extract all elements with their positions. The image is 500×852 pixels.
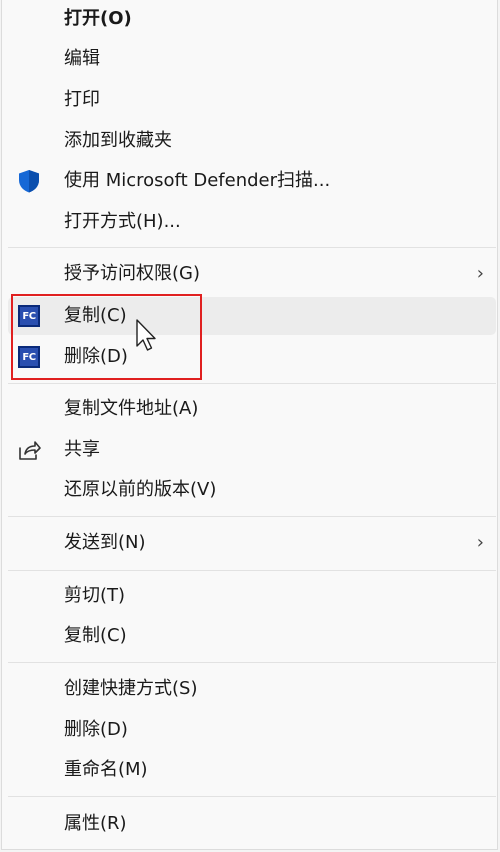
menu-item-open-with-label: 打开方式(H)... <box>64 211 181 232</box>
menu-item-copy-label: 复制(C) <box>64 625 127 646</box>
menu-item-open-label: 打开(O) <box>64 8 132 29</box>
menu-separator <box>8 383 496 384</box>
menu-item-edit-label: 编辑 <box>64 48 100 69</box>
menu-separator <box>8 796 496 797</box>
menu-item-add-favorites[interactable]: 添加到收藏夹 <box>8 122 496 160</box>
highlight-box <box>11 294 202 380</box>
menu-item-share[interactable]: 共享 <box>8 431 496 469</box>
menu-item-copy[interactable]: 复制(C) <box>8 617 496 655</box>
share-icon <box>16 437 42 463</box>
menu-item-rename[interactable]: 重命名(M) <box>8 751 496 789</box>
shield-icon <box>16 168 42 194</box>
menu-item-share-label: 共享 <box>64 439 100 460</box>
menu-item-create-shortcut[interactable]: 创建快捷方式(S) <box>8 670 496 708</box>
menu-item-restore-versions-label: 还原以前的版本(V) <box>64 479 217 500</box>
menu-item-cut-label: 剪切(T) <box>64 585 126 606</box>
menu-item-add-favorites-label: 添加到收藏夹 <box>64 130 172 151</box>
menu-item-send-to-label: 发送到(N) <box>64 532 146 553</box>
chevron-right-icon: › <box>476 532 484 553</box>
chevron-right-icon: › <box>476 263 484 284</box>
menu-item-rename-label: 重命名(M) <box>64 759 148 780</box>
menu-item-send-to[interactable]: 发送到(N) › <box>8 524 496 562</box>
menu-item-copy-path-label: 复制文件地址(A) <box>64 398 199 419</box>
menu-item-print-label: 打印 <box>64 89 100 110</box>
menu-item-grant-access-label: 授予访问权限(G) <box>64 263 200 284</box>
menu-item-defender-scan-label: 使用 Microsoft Defender扫描... <box>64 170 331 191</box>
context-menu: 打开(O) 编辑 打印 添加到收藏夹 使用 Microsoft Defender… <box>1 0 498 850</box>
menu-separator <box>8 662 496 663</box>
menu-item-delete[interactable]: 删除(D) <box>8 711 496 749</box>
menu-item-properties-label: 属性(R) <box>64 813 127 834</box>
menu-item-defender-scan[interactable]: 使用 Microsoft Defender扫描... <box>8 162 496 200</box>
menu-item-print[interactable]: 打印 <box>8 81 496 119</box>
menu-item-open-with[interactable]: 打开方式(H)... <box>8 203 496 241</box>
menu-separator <box>8 247 496 248</box>
menu-item-open[interactable]: 打开(O) <box>8 0 496 38</box>
menu-item-delete-label: 删除(D) <box>64 719 128 740</box>
menu-item-copy-path[interactable]: 复制文件地址(A) <box>8 390 496 428</box>
mouse-pointer-icon <box>135 318 157 358</box>
menu-item-edit[interactable]: 编辑 <box>8 40 496 78</box>
menu-separator <box>8 516 496 517</box>
menu-separator <box>8 570 496 571</box>
menu-item-create-shortcut-label: 创建快捷方式(S) <box>64 678 198 699</box>
menu-item-restore-versions[interactable]: 还原以前的版本(V) <box>8 471 496 509</box>
menu-item-cut[interactable]: 剪切(T) <box>8 577 496 615</box>
menu-item-properties[interactable]: 属性(R) <box>8 805 496 843</box>
menu-item-grant-access[interactable]: 授予访问权限(G) › <box>8 255 496 293</box>
